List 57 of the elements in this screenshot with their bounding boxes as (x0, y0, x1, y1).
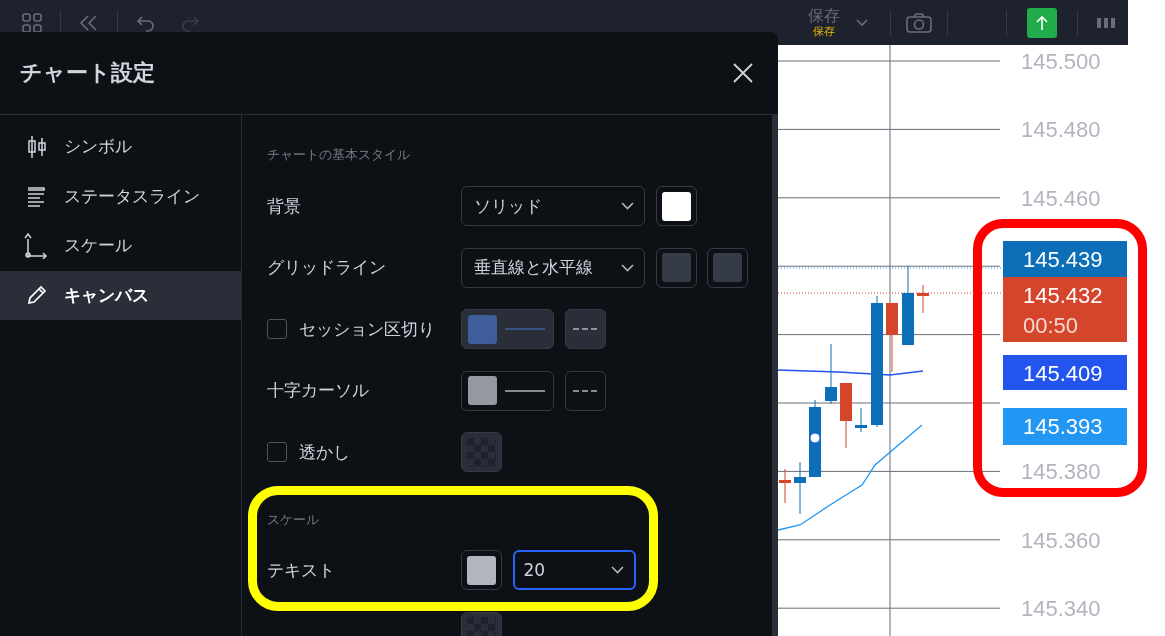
sidebar-label: シンボル (64, 135, 132, 159)
candle (840, 382, 852, 449)
axes-icon (24, 232, 50, 259)
chevron-down-icon (621, 263, 634, 272)
price-axis-label: 145.500 (1021, 49, 1101, 74)
candle (794, 461, 806, 515)
candle (855, 407, 867, 433)
price-label: 145.409 (1003, 355, 1127, 390)
setting-label: セッション区切り (299, 317, 435, 341)
setting-label: グリッドライン (267, 256, 386, 279)
section-heading: スケール (267, 511, 320, 529)
color-picker[interactable] (461, 432, 502, 472)
price-label: 145.432 00:50 (1003, 277, 1127, 342)
price-label: 145.393 (1003, 408, 1127, 445)
sidebar-item[interactable]: スケール (0, 221, 241, 271)
price-axis-label: 145.380 (1021, 459, 1101, 485)
price-axis-label: 145.340 (1021, 596, 1101, 622)
section-heading: チャートの基本スタイル (267, 146, 411, 164)
candle (825, 343, 837, 405)
candle (779, 468, 791, 504)
marker-icon (809, 432, 821, 444)
sidebar-item[interactable]: キャンバス (0, 270, 241, 320)
scrollbar[interactable] (772, 115, 778, 636)
setting-label: テキスト (267, 558, 335, 582)
dash-style-button[interactable] (564, 370, 606, 411)
dropdown[interactable]: 20 (512, 550, 636, 590)
dashed-line-icon (573, 389, 597, 392)
dash-style-button[interactable] (564, 309, 606, 349)
price-axis-label: 145.480 (1021, 117, 1101, 143)
candle (886, 302, 898, 373)
dashed-line-icon (573, 328, 597, 330)
line-style-picker[interactable] (461, 370, 554, 411)
checkbox[interactable] (267, 442, 287, 462)
sidebar-label: ステータスライン (64, 184, 200, 208)
solid-line-icon (505, 328, 545, 330)
sidebar-item[interactable]: シンボル (0, 122, 241, 172)
sidebar-label: スケール (64, 234, 132, 258)
setting-label: 十字カーソル (267, 379, 369, 402)
price-axis-label: 145.460 (1021, 185, 1101, 211)
color-picker[interactable] (461, 550, 502, 590)
sidebar-label: キャンバス (64, 283, 149, 307)
color-picker[interactable] (655, 247, 697, 288)
dropdown[interactable]: ソリッド (461, 186, 645, 226)
sidebar-item[interactable]: ステータスライン (0, 171, 241, 221)
checkbox[interactable] (267, 319, 287, 339)
color-picker[interactable] (655, 186, 697, 226)
chevron-down-icon (610, 566, 624, 574)
dialog-title: チャート設定 (20, 59, 155, 87)
color-picker[interactable] (707, 247, 748, 288)
price-label: 145.439 (1003, 241, 1127, 277)
setting-label: 背景 (267, 194, 301, 218)
dropdown[interactable]: 垂直線と水平線 (461, 247, 645, 288)
save-button[interactable]: 保存 保存 (808, 7, 840, 38)
solid-line-icon (505, 389, 545, 392)
price-axis-label: 145.360 (1021, 527, 1101, 553)
chevron-down-icon (621, 202, 634, 210)
setting-label: 透かし (299, 440, 350, 464)
